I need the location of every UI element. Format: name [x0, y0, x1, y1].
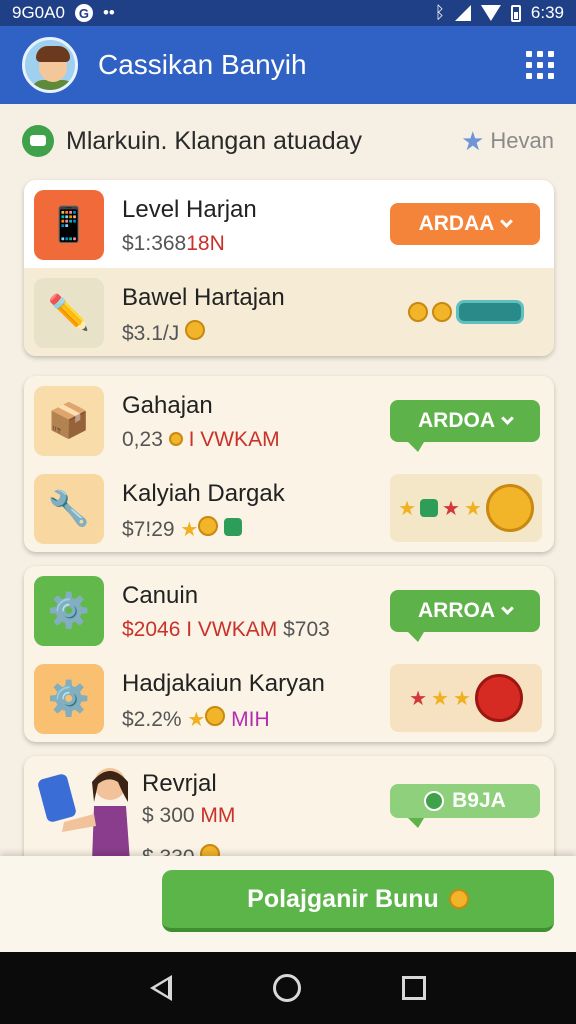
item-title: Kalyiah Dargak [122, 480, 285, 507]
status-left-text: 9G0A0 [12, 3, 65, 22]
item-subtitle: $3.1/J [122, 320, 206, 346]
item-title: Revrjal [142, 770, 217, 797]
coin-icon [408, 302, 428, 322]
coin-icon [485, 484, 534, 532]
action-button[interactable]: ARDAA [390, 203, 540, 245]
coin-icon [185, 320, 206, 340]
more-notifications-icon: •• [102, 3, 115, 22]
item-subtitle: $2.2% ★ MIH [122, 706, 270, 731]
avatar[interactable] [22, 37, 78, 93]
item-title: Canuin [122, 582, 199, 609]
gem-icon [420, 499, 439, 517]
pencil-icon: ✏️ [34, 278, 104, 348]
offer-card: 📦 Gahajan 0,23 I VWKAM ARDOA 🔧 Kalyiah D… [24, 376, 554, 552]
google-icon: G [74, 4, 93, 22]
item-subtitle: $1:36818N [122, 232, 225, 255]
home-icon[interactable] [272, 974, 301, 1002]
coin-icon [432, 302, 452, 322]
star-icon: ★ [452, 687, 471, 710]
list-item[interactable]: 🔧 Kalyiah Dargak $7!29 ★ ★ ★ ★ [24, 464, 554, 552]
heading-text: Mlarkuin. Klangan atuaday [66, 126, 363, 155]
star-icon: ★ [409, 687, 428, 710]
action-button[interactable]: ARDOA [390, 400, 540, 452]
gem-icon [224, 518, 243, 536]
progress-pill-icon [456, 300, 524, 324]
chevron-down-icon [501, 412, 514, 425]
chevron-down-icon [500, 215, 514, 228]
back-icon[interactable] [150, 975, 173, 1001]
item-subtitle: $7!29 ★ [122, 516, 243, 542]
reward-box [390, 278, 542, 346]
offer-card: ⚙️ Canuin $2046 I VWKAM $703 ARROA ⚙️ Ha… [24, 566, 554, 742]
item-subtitle: $2046 I VWKAM $703 [122, 618, 330, 641]
reward-box: ★ ★ ★ [390, 474, 542, 542]
star-icon: ★ [463, 497, 482, 520]
box-icon: 📦 [34, 386, 104, 456]
star-icon: ★ [442, 497, 460, 520]
coin-icon [198, 516, 219, 536]
coin-icon [448, 889, 469, 909]
item-subtitle: 0,23 I VWKAM [122, 428, 280, 451]
item-title: Bawel Hartajan [122, 284, 285, 311]
gear-icon: ⚙️ [34, 576, 104, 646]
battery-icon [510, 4, 521, 22]
offer-card: 📱 Level Harjan $1:36818N ARDAA ✏️ Bawel … [24, 180, 554, 356]
coin-icon [474, 674, 523, 722]
action-button[interactable]: ARROA [390, 590, 540, 642]
chevron-down-icon [501, 602, 514, 615]
recents-icon[interactable] [401, 976, 426, 1000]
status-bar: 9G0A0 G •• ᛒ 6:39 [0, 0, 576, 26]
app-title: Cassikan Banyih [98, 49, 307, 80]
item-title: Hadjakaiun Karyan [122, 670, 325, 697]
list-item[interactable]: ✏️ Bawel Hartajan $3.1/J [24, 268, 554, 356]
grid-menu-icon[interactable] [526, 51, 554, 79]
star-icon: ★ [398, 497, 417, 520]
wifi-icon [480, 5, 501, 21]
star-icon: ★ [431, 687, 449, 710]
item-title: Level Harjan [122, 196, 257, 223]
action-button[interactable]: B9JA [390, 784, 540, 828]
star-icon[interactable]: ★ [461, 126, 484, 157]
system-nav-bar [0, 952, 576, 1024]
heading-action[interactable]: Hevan [490, 128, 554, 154]
star-icon: ★ [187, 709, 206, 731]
item-subtitle: $ 300 MM [142, 804, 236, 827]
item-title: Gahajan [122, 392, 213, 419]
gear-icon: ⚙️ [34, 664, 104, 734]
coin-icon [168, 432, 183, 446]
list-item[interactable]: 📱 Level Harjan $1:36818N ARDAA [24, 180, 554, 268]
list-item[interactable]: ⚙️ Canuin $2046 I VWKAM $703 ARROA [24, 566, 554, 654]
list-item[interactable]: ⚙️ Hadjakaiun Karyan $2.2% ★ MIH ★ ★ ★ [24, 654, 554, 742]
primary-cta-button[interactable]: Polajganir Bunu [162, 870, 554, 932]
tablet-icon: 📱 [34, 190, 104, 260]
app-bar: Cassikan Banyih [0, 26, 576, 104]
section-heading: Mlarkuin. Klangan atuaday ★ Hevan [22, 118, 554, 164]
signal-icon [454, 5, 471, 21]
status-time: 6:39 [530, 3, 564, 22]
clock-icon [424, 791, 445, 811]
bluetooth-icon: ᛒ [434, 3, 445, 22]
star-icon: ★ [180, 519, 199, 541]
chat-icon [22, 125, 54, 157]
list-item[interactable]: 📦 Gahajan 0,23 I VWKAM ARDOA [24, 376, 554, 464]
coin-icon [205, 706, 226, 726]
tool-icon: 🔧 [34, 474, 104, 544]
reward-box: ★ ★ ★ [390, 664, 542, 732]
